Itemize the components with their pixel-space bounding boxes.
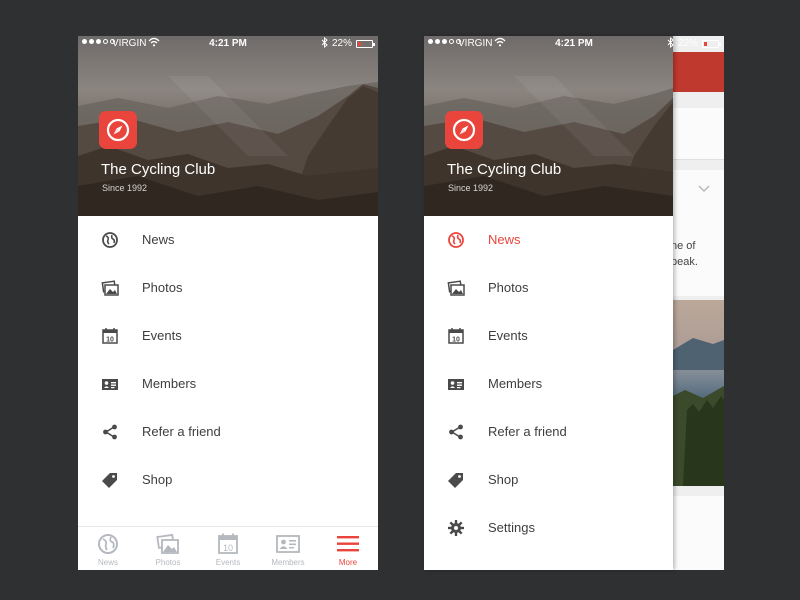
menu-item-members[interactable]: Members — [78, 360, 378, 408]
content-text: ne of — [673, 240, 696, 252]
club-name: The Cycling Club — [447, 161, 562, 178]
menu-item-news[interactable]: News — [424, 216, 673, 264]
photos-icon — [447, 279, 465, 297]
menu-item-shop[interactable]: Shop — [78, 456, 378, 504]
calendar-day: 10 — [452, 337, 460, 344]
id-card-icon — [101, 375, 119, 393]
bluetooth-icon — [321, 36, 328, 51]
calendar-icon: 10 — [216, 533, 240, 555]
photos-icon — [101, 279, 119, 297]
tab-more[interactable]: More — [318, 527, 378, 570]
menu-item-photos[interactable]: Photos — [78, 264, 378, 312]
menu-item-label: Refer a friend — [142, 424, 221, 439]
globe-icon — [101, 231, 119, 249]
tab-photos[interactable]: Photos — [138, 527, 198, 570]
menu-item-shop[interactable]: Shop — [424, 456, 673, 504]
compass-icon — [106, 118, 130, 142]
photos-icon — [156, 533, 180, 555]
tab-label: Members — [271, 558, 305, 567]
menu-item-news[interactable]: News — [78, 216, 378, 264]
content-text: peak. — [673, 256, 698, 268]
id-card-icon — [276, 533, 300, 555]
tab-news[interactable]: News — [78, 527, 138, 570]
id-card-icon — [447, 375, 465, 393]
battery-percent: 22% — [331, 38, 352, 49]
menu-item-refer-a-friend[interactable]: Refer a friend — [78, 408, 378, 456]
tab-bar: News Photos 10 Events Members More — [78, 526, 378, 570]
drawer-menu: News Photos 10 Events Members Refer a fr… — [78, 216, 378, 504]
club-logo — [99, 111, 137, 149]
club-name: The Cycling Club — [101, 161, 216, 178]
share-icon — [447, 423, 465, 441]
tab-events[interactable]: 10 Events — [198, 527, 258, 570]
battery-icon — [356, 40, 375, 48]
gear-icon — [447, 519, 465, 537]
phone-screen-drawer-open: VIRGIN 4:21 PM 22% The Cycling Club Sinc… — [78, 36, 378, 570]
club-logo — [445, 111, 483, 149]
globe-icon — [96, 533, 120, 555]
content-photo — [673, 300, 724, 486]
menu-item-label: News — [142, 232, 175, 247]
calendar-icon: 10 — [447, 327, 465, 345]
menu-icon — [336, 533, 360, 555]
globe-icon — [447, 231, 465, 249]
menu-item-label: Refer a friend — [488, 424, 567, 439]
battery-icon — [702, 40, 721, 48]
status-bar: VIRGIN 4:21 PM 22% — [78, 36, 378, 52]
header-hero: VIRGIN 4:21 PM 22% The Cycling Club Sinc… — [78, 36, 378, 216]
tab-label: More — [338, 558, 358, 567]
calendar-day: 10 — [223, 543, 233, 553]
drawer-menu: News Photos 10 Events Members Refer a fr… — [424, 216, 673, 552]
menu-item-events[interactable]: 10 Events — [78, 312, 378, 360]
content-peek[interactable]: ne of peak. — [673, 36, 724, 570]
tab-members[interactable]: Members — [258, 527, 318, 570]
menu-item-label: Shop — [142, 472, 173, 487]
tab-label: Photos — [155, 558, 181, 567]
club-since: Since 1992 — [448, 183, 494, 193]
menu-item-label: Members — [142, 376, 197, 391]
menu-item-label: Photos — [142, 280, 183, 295]
menu-item-label: Photos — [488, 280, 529, 295]
menu-item-label: News — [488, 232, 521, 247]
menu-item-label: Events — [488, 328, 528, 343]
bluetooth-icon — [667, 36, 674, 51]
menu-item-label: Shop — [488, 472, 519, 487]
menu-item-photos[interactable]: Photos — [424, 264, 673, 312]
navigation-drawer: The Cycling Club Since 1992 News Photos … — [424, 36, 673, 570]
menu-item-label: Events — [142, 328, 182, 343]
status-bar: VIRGIN 4:21 PM 22% — [424, 36, 724, 52]
content-nav-bar — [673, 52, 724, 92]
tag-icon — [447, 471, 465, 489]
content-card — [673, 108, 724, 160]
battery-percent: 22% — [677, 38, 698, 49]
menu-item-label: Members — [488, 376, 543, 391]
club-since: Since 1992 — [102, 183, 148, 193]
calendar-icon: 10 — [101, 327, 119, 345]
battery-level-fill — [358, 42, 361, 46]
tab-label: Events — [215, 558, 241, 567]
chevron-down-icon[interactable] — [698, 180, 710, 198]
tag-icon — [101, 471, 119, 489]
menu-item-events[interactable]: 10 Events — [424, 312, 673, 360]
menu-item-settings[interactable]: Settings — [424, 504, 673, 552]
header-hero: The Cycling Club Since 1992 — [424, 36, 673, 216]
menu-item-label: Settings — [488, 520, 535, 535]
calendar-day: 10 — [106, 337, 114, 344]
content-card — [673, 496, 724, 570]
battery-level-fill — [704, 42, 707, 46]
menu-item-refer-a-friend[interactable]: Refer a friend — [424, 408, 673, 456]
share-icon — [101, 423, 119, 441]
tab-label: News — [97, 558, 118, 567]
compass-icon — [452, 118, 476, 142]
